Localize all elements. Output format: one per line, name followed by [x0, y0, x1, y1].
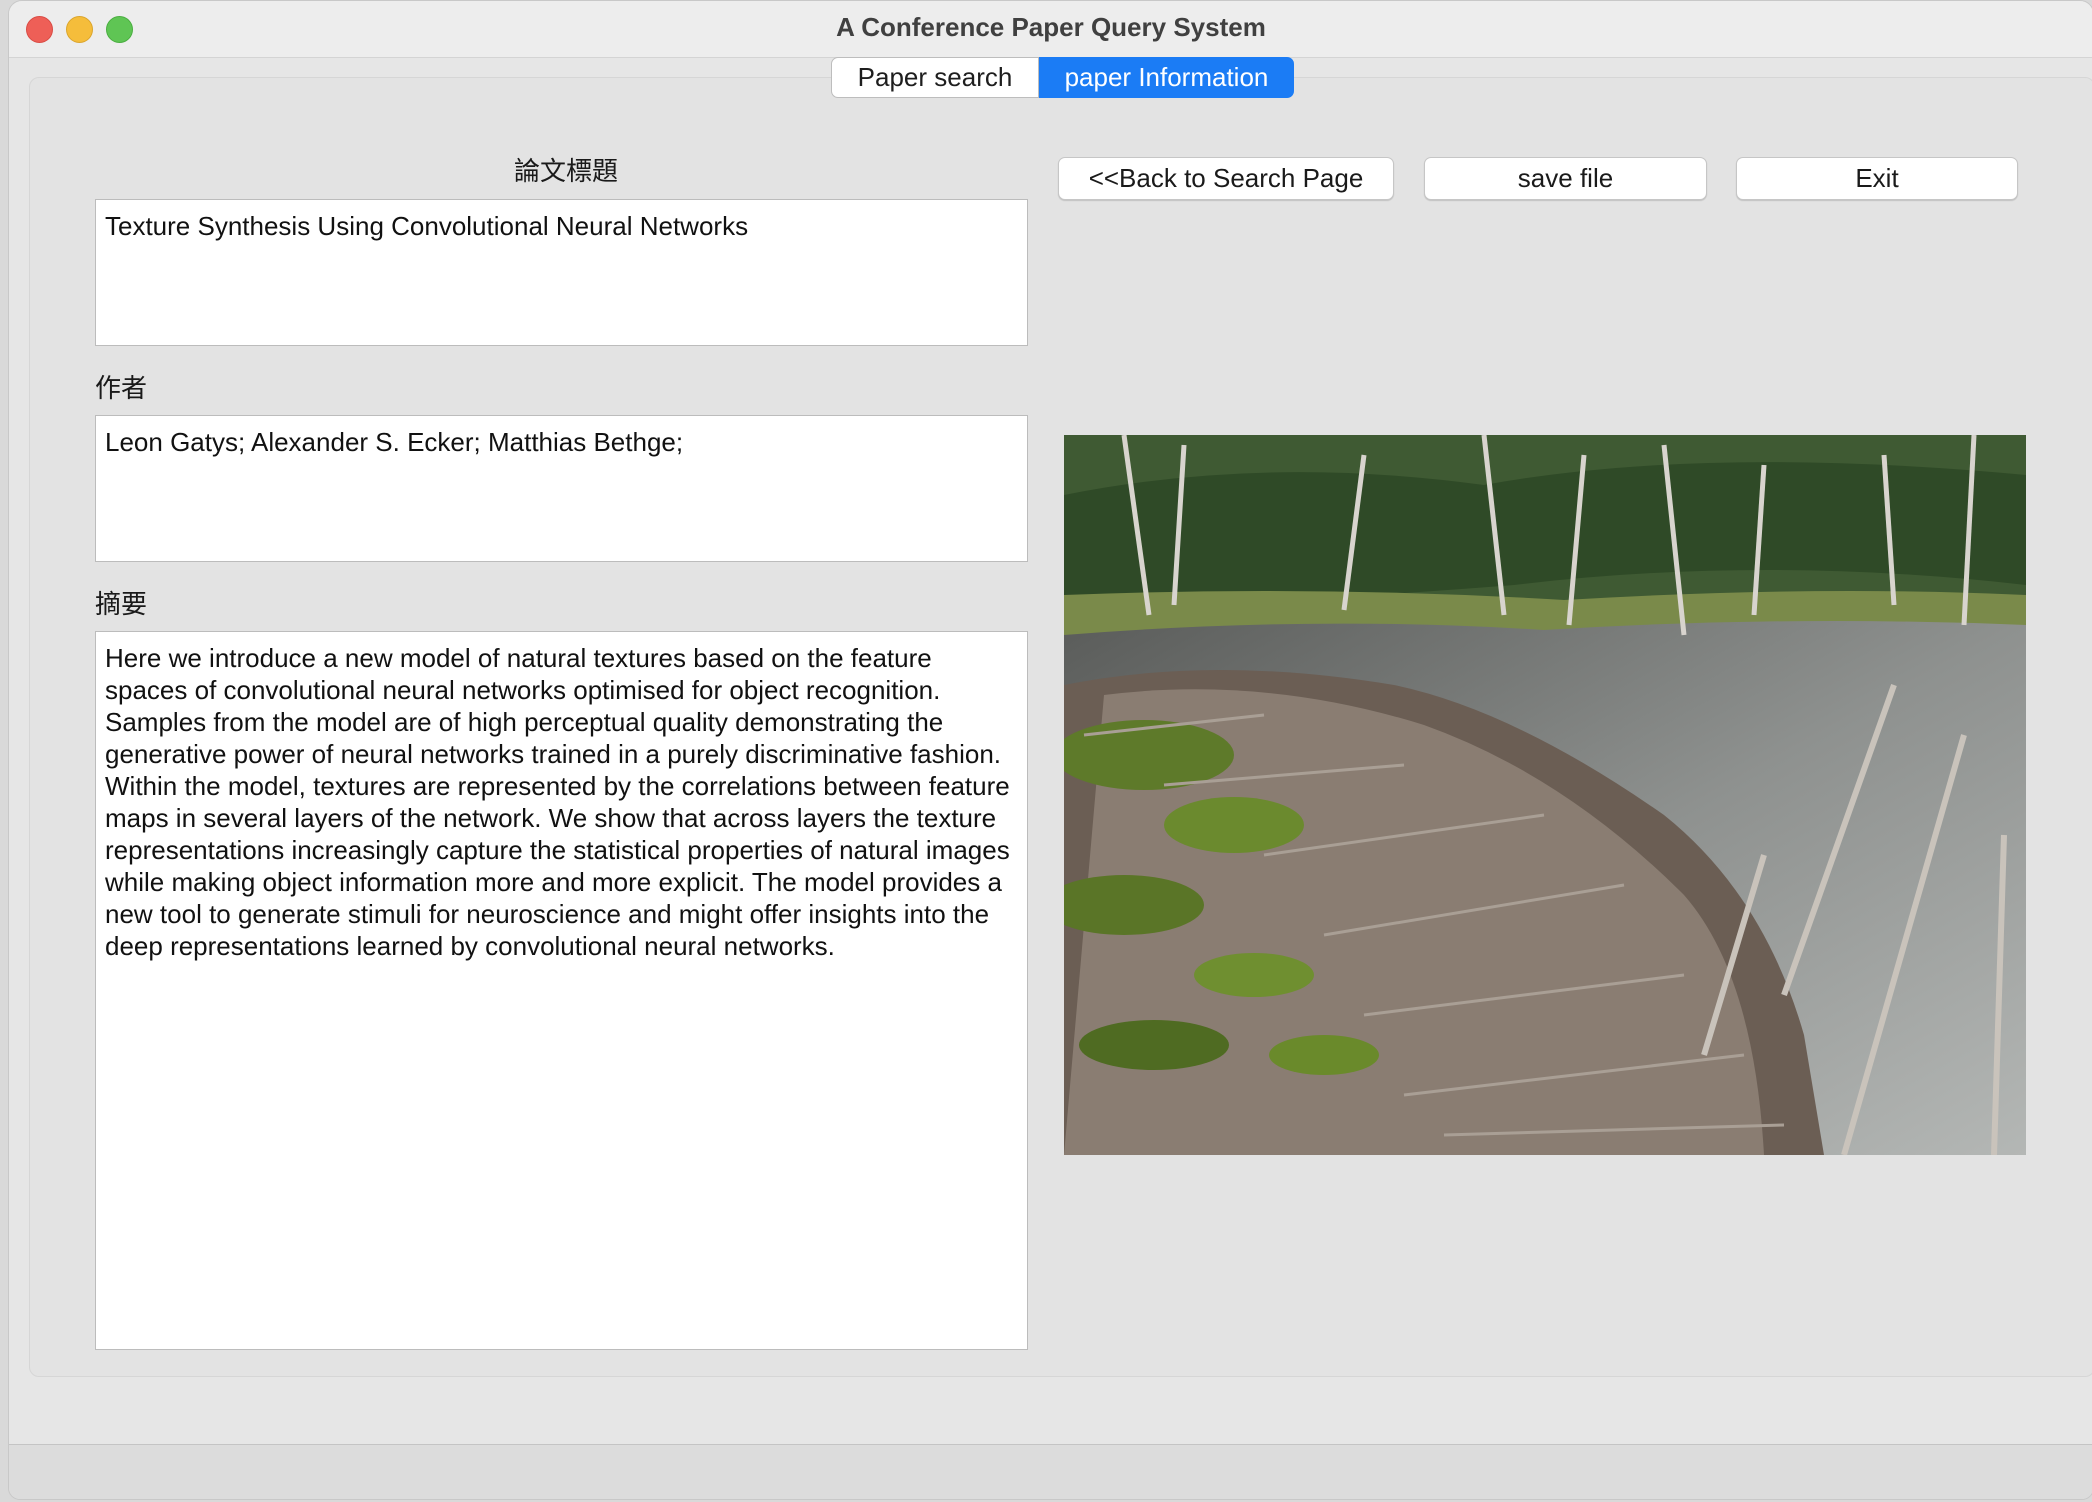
- abstract-field[interactable]: Here we introduce a new model of natural…: [95, 631, 1028, 1350]
- tab-paper-search[interactable]: Paper search: [831, 57, 1039, 98]
- desktop: A Conference Paper Query System Paper se…: [0, 0, 2092, 1502]
- paper-title-field[interactable]: Texture Synthesis Using Convolutional Ne…: [95, 199, 1028, 346]
- abstract-label: 摘要: [95, 589, 148, 619]
- save-file-button[interactable]: save file: [1424, 157, 1707, 200]
- authors-field[interactable]: Leon Gatys; Alexander S. Ecker; Matthias…: [95, 415, 1028, 562]
- bottom-bar: [9, 1444, 2092, 1499]
- paper-image: [1064, 435, 2026, 1155]
- back-to-search-button[interactable]: <<Back to Search Page: [1058, 157, 1394, 200]
- tab-bar: Paper search paper Information: [831, 57, 1294, 98]
- exit-button[interactable]: Exit: [1736, 157, 2018, 200]
- paper-title-label: 論文標題: [514, 156, 619, 186]
- authors-label: 作者: [95, 373, 148, 403]
- tab-paper-information[interactable]: paper Information: [1039, 57, 1294, 98]
- app-window: A Conference Paper Query System Paper se…: [8, 0, 2092, 1500]
- window-title: A Conference Paper Query System: [836, 12, 1266, 42]
- landscape-photo: [1064, 435, 2026, 1155]
- title-bar: A Conference Paper Query System: [9, 1, 2092, 58]
